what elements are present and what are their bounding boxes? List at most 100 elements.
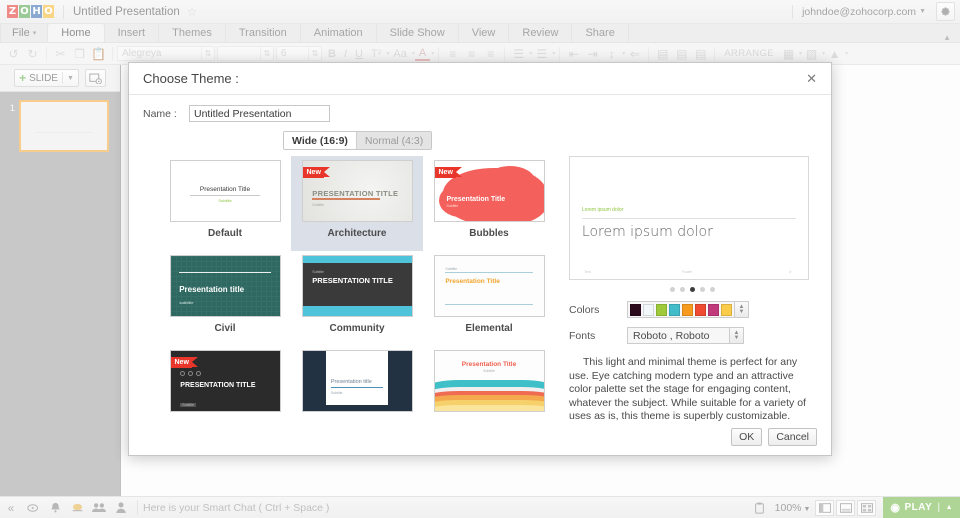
preview-footer-left: Text xyxy=(584,270,591,275)
pagination-dot[interactable] xyxy=(669,287,675,292)
theme-thumbnail: New PRESENTATION TITLE Subtitle xyxy=(301,160,413,222)
color-palette[interactable] xyxy=(627,301,735,318)
cancel-button[interactable]: Cancel xyxy=(768,428,817,446)
theme-preview-shape xyxy=(484,165,535,196)
color-swatch-5[interactable] xyxy=(682,303,693,316)
theme-grid: Presentation Title Subtitle Default New … xyxy=(159,156,559,418)
theme-preview-title: Presentation title xyxy=(330,378,372,385)
theme-cell-bubbles[interactable]: New Presentation Title Subtitle Bubbles xyxy=(423,156,555,251)
name-label: Name : xyxy=(143,107,177,120)
theme-preview-title: PRESENTATION TITLE xyxy=(312,276,393,285)
theme-name: Civil xyxy=(214,323,236,334)
theme-thumbnail: Subtitle PRESENTATION TITLE xyxy=(301,255,413,317)
theme-preview-rule xyxy=(445,304,533,305)
color-swatch-3[interactable] xyxy=(656,303,667,316)
colors-label: Colors xyxy=(569,303,600,316)
color-swatch-8[interactable] xyxy=(721,303,732,316)
theme-name: Default xyxy=(208,228,242,239)
theme-preview-rule xyxy=(190,195,260,197)
theme-preview-subtitle: Subtitle xyxy=(445,266,458,271)
pagination-dot[interactable] xyxy=(709,287,715,292)
theme-cell-motion[interactable]: Presentation Title Subtitle Motion xyxy=(423,346,555,418)
theme-cell-guidebook[interactable]: New PRESENTATION TITLE Subtitle Guideboo… xyxy=(159,346,291,418)
theme-preview-rule xyxy=(312,198,380,200)
theme-thumbnail: New PRESENTATION TITLE Subtitle xyxy=(169,350,281,412)
theme-preview-bg xyxy=(434,256,544,316)
theme-cell-lightbox[interactable]: Presentation title Subtitle Lightbox xyxy=(291,346,423,418)
preview-footer-right: # xyxy=(789,270,792,275)
theme-preview-pane: Lorem ipsum dolor Lorem ipsum dolor Text… xyxy=(569,156,815,424)
color-swatch-4[interactable] xyxy=(669,303,680,316)
theme-preview-rule xyxy=(445,271,533,273)
theme-thumbnail: Presentation title Subtitle xyxy=(301,350,413,412)
theme-preview-subtitle: Subtitle xyxy=(180,402,196,407)
pagination-dot[interactable] xyxy=(699,287,705,292)
theme-preview-band xyxy=(302,306,412,316)
theme-name: Architecture xyxy=(327,228,387,239)
ok-button[interactable]: OK xyxy=(731,428,763,446)
theme-cell-elemental[interactable]: Subtitle Presentation Title Elemental xyxy=(423,251,555,346)
theme-preview-rule xyxy=(330,387,384,388)
theme-preview-title: PRESENTATION TITLE xyxy=(180,382,256,390)
theme-preview-subtitle: Subtitle xyxy=(312,270,324,275)
zoho-presentation-app: Z O H O Untitled Presentation ☆ johndoe@… xyxy=(0,0,960,518)
theme-cell-architecture[interactable]: New PRESENTATION TITLE Subtitle Architec… xyxy=(291,156,423,251)
fonts-value[interactable]: Roboto , Roboto xyxy=(627,327,730,344)
theme-preview-subtitle: Subtitle xyxy=(446,204,459,209)
theme-preview-title: Presentation Title xyxy=(446,195,506,203)
theme-thumbnail: Presentation Title Subtitle xyxy=(433,350,545,412)
aspect-ratio-normal[interactable]: Normal (4:3) xyxy=(355,132,432,149)
dialog-title: Choose Theme : xyxy=(143,71,239,86)
colors-stepper[interactable]: ▲ ▼ xyxy=(735,301,749,318)
fonts-stepper[interactable]: ▲ ▼ xyxy=(730,327,744,344)
preview-rule xyxy=(581,218,797,219)
color-swatch-6[interactable] xyxy=(695,303,706,316)
theme-cell-civil[interactable]: Presentation title subtitle Civil xyxy=(159,251,291,346)
preview-pagination-dots[interactable] xyxy=(569,287,815,292)
theme-preview-subtitle: Subtitle xyxy=(330,390,343,395)
theme-preview-subtitle: Subtitle xyxy=(218,198,232,204)
pagination-dot-active[interactable] xyxy=(689,287,695,292)
theme-preview-title: Presentation Title xyxy=(461,360,517,368)
theme-preview-slide: Lorem ipsum dolor Lorem ipsum dolor Text… xyxy=(569,156,809,280)
theme-preview-rule xyxy=(179,271,271,273)
pagination-dot[interactable] xyxy=(679,287,685,292)
color-swatch-1[interactable] xyxy=(630,303,641,316)
theme-description: This light and minimal theme is perfect … xyxy=(569,356,806,422)
new-badge: New xyxy=(434,167,463,178)
theme-preview-subtitle: subtitle xyxy=(179,300,194,306)
theme-thumbnail: Presentation title subtitle xyxy=(169,255,281,317)
name-field-row: Name : xyxy=(129,95,831,122)
theme-preview-band xyxy=(302,256,412,264)
dialog-header: Choose Theme : ✕ xyxy=(129,63,831,95)
dialog-body: Presentation Title Subtitle Default New … xyxy=(129,150,831,424)
choose-theme-dialog: Choose Theme : ✕ Name : Wide (16:9) Norm… xyxy=(128,62,832,456)
preview-title: Lorem ipsum dolor xyxy=(581,224,713,241)
preview-footer-center: Footer xyxy=(681,270,692,275)
preview-eyebrow: Lorem ipsum dolor xyxy=(581,207,624,214)
theme-preview-dots xyxy=(180,370,202,376)
color-swatch-2[interactable] xyxy=(643,303,654,316)
theme-preview-wave xyxy=(434,405,544,411)
new-badge: New xyxy=(170,357,199,368)
aspect-ratio-row: Wide (16:9) Normal (4:3) xyxy=(129,122,831,150)
presentation-name-input[interactable] xyxy=(189,105,330,122)
theme-name: Elemental xyxy=(465,323,513,334)
colors-row: Colors ▲ ▼ xyxy=(569,301,815,318)
close-icon[interactable]: ✕ xyxy=(806,71,817,87)
theme-preview-title: Presentation title xyxy=(179,284,245,294)
theme-cell-default[interactable]: Presentation Title Subtitle Default xyxy=(159,156,291,251)
theme-name: Bubbles xyxy=(469,228,509,239)
theme-preview-subtitle: Subtitle xyxy=(483,369,495,373)
aspect-ratio-wide[interactable]: Wide (16:9) xyxy=(284,132,356,149)
theme-thumbnail: Presentation Title Subtitle xyxy=(169,160,281,222)
fonts-row: Fonts Roboto , Roboto ▲ ▼ xyxy=(569,327,815,344)
new-badge: New xyxy=(302,167,331,178)
theme-cell-community[interactable]: Subtitle PRESENTATION TITLE Community xyxy=(291,251,423,346)
theme-thumbnail: New Presentation Title Subtitle xyxy=(433,160,545,222)
fonts-label: Fonts xyxy=(569,329,596,342)
dialog-footer: OK Cancel xyxy=(129,419,831,455)
color-swatch-7[interactable] xyxy=(708,303,719,316)
theme-preview-title: Presentation Title xyxy=(199,186,251,194)
aspect-ratio-toggle: Wide (16:9) Normal (4:3) xyxy=(283,131,433,150)
